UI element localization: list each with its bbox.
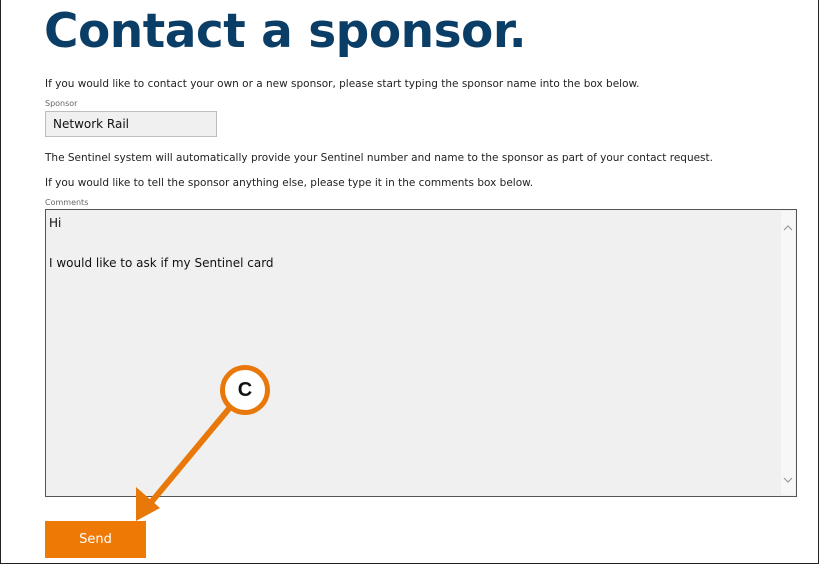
- annotation-arrow-icon: [136, 402, 235, 521]
- annotation-marker-label: C: [225, 370, 265, 410]
- annotation-marker: C: [220, 365, 270, 415]
